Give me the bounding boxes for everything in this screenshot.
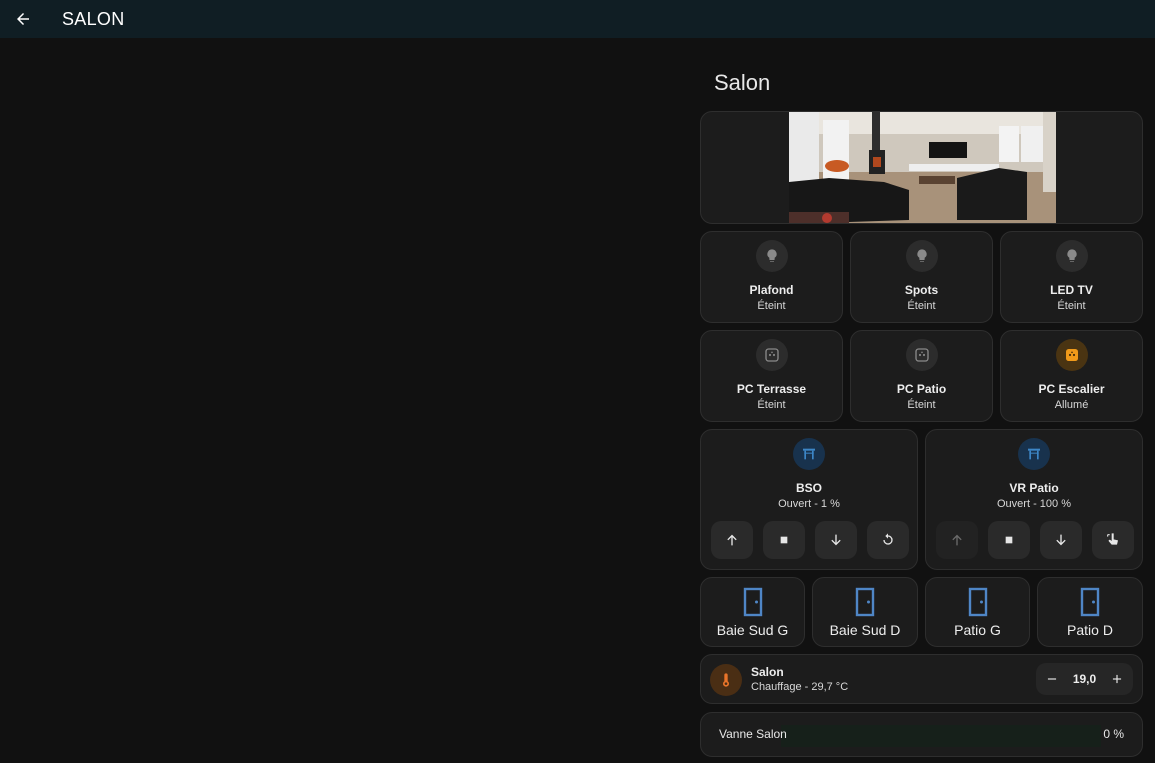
minus-icon [1047, 678, 1057, 680]
thermometer-icon [710, 664, 742, 696]
section-title: Salon [714, 70, 771, 95]
door-tile-baie-sud-d[interactable]: Baie Sud D [812, 577, 918, 647]
door-label: Baie Sud D [829, 622, 901, 638]
door-icon [743, 587, 762, 617]
position-cover-button[interactable] [1092, 521, 1134, 559]
cover-tile-bso[interactable]: BSO Ouvert - 1 % [700, 429, 918, 570]
tile-name: Plafond [749, 283, 794, 297]
door-label: Baie Sud G [716, 622, 789, 638]
valve-name: Vanne Salon [719, 727, 787, 741]
setpoint-value: 19,0 [1072, 672, 1097, 686]
door-icon [855, 587, 875, 617]
arrow-down-icon [1056, 534, 1066, 546]
socket-tile-pc-patio[interactable]: PC Patio Éteint [850, 330, 993, 422]
door-icon [1080, 587, 1100, 617]
tilt-cover-button[interactable] [867, 521, 909, 559]
door-label: Patio G [954, 622, 1001, 638]
tile-state: Éteint [907, 399, 936, 411]
tile-name: VR Patio [1009, 481, 1059, 495]
setpoint-stepper: 19,0 [1036, 663, 1133, 695]
hand-pointer-icon [1107, 533, 1118, 545]
tile-name: Spots [904, 283, 939, 297]
valve-tile[interactable]: Vanne Salon 0 % [700, 712, 1143, 757]
door-tile-patio-g[interactable]: Patio G [925, 577, 1030, 647]
stop-icon [1005, 536, 1013, 544]
decrease-setpoint-button[interactable] [1042, 669, 1062, 689]
close-cover-button[interactable] [815, 521, 857, 559]
tile-state: Éteint [1057, 300, 1086, 312]
lightbulb-icon [1055, 240, 1088, 272]
thermostat-name: Salon [751, 665, 784, 679]
tile-state: Éteint [907, 300, 936, 312]
power-socket-icon [905, 339, 938, 371]
top-app-bar: SALON [0, 0, 1155, 38]
door-label: Patio D [1067, 622, 1113, 638]
arrow-up-icon [952, 534, 962, 546]
cover-controls [711, 521, 909, 559]
tile-name: LED TV [1050, 283, 1093, 297]
arrow-left-icon [17, 13, 29, 25]
light-tile-led-tv[interactable]: LED TV Éteint [1000, 231, 1143, 323]
cover-tile-vr-patio[interactable]: VR Patio Ouvert - 100 % [925, 429, 1143, 570]
plus-icon [1112, 674, 1122, 684]
light-tile-spots[interactable]: Spots Éteint [850, 231, 993, 323]
back-button[interactable] [4, 5, 42, 33]
tile-state: Éteint [757, 399, 786, 411]
thermostat-tile[interactable]: Salon Chauffage - 29,7 °C 19,0 [700, 654, 1143, 704]
thermostat-state: Chauffage - 29,7 °C [751, 681, 849, 693]
tile-state: Allumé [1054, 399, 1089, 411]
socket-tile-pc-escalier[interactable]: PC Escalier Allumé [1000, 330, 1143, 422]
door-icon [968, 587, 987, 617]
increase-setpoint-button[interactable] [1107, 669, 1127, 689]
tile-state: Éteint [757, 300, 786, 312]
cover-controls [936, 521, 1134, 559]
door-tile-baie-sud-g[interactable]: Baie Sud G [700, 577, 805, 647]
tile-name: BSO [795, 481, 822, 495]
socket-tile-pc-terrasse[interactable]: PC Terrasse Éteint [700, 330, 843, 422]
valve-bar-track [781, 725, 1101, 747]
lightbulb-icon [755, 240, 788, 272]
arrow-up-icon [727, 534, 737, 546]
tile-name: PC Escalier [1038, 382, 1105, 396]
open-cover-button[interactable] [711, 521, 753, 559]
open-cover-button[interactable] [936, 521, 978, 559]
arrow-down-icon [831, 534, 841, 546]
close-cover-button[interactable] [1040, 521, 1082, 559]
pergola-icon [793, 438, 825, 470]
tile-state: Ouvert - 100 % [997, 498, 1071, 510]
light-tile-plafond[interactable]: Plafond Éteint [700, 231, 843, 323]
lightbulb-icon [905, 240, 938, 272]
stop-cover-button[interactable] [763, 521, 805, 559]
power-socket-icon [755, 339, 788, 371]
tile-name: PC Terrasse [736, 382, 807, 396]
rotate-icon [883, 533, 893, 545]
tile-state: Ouvert - 1 % [778, 498, 840, 510]
door-tile-patio-d[interactable]: Patio D [1037, 577, 1143, 647]
stop-icon [780, 536, 788, 544]
tile-name: PC Patio [896, 382, 947, 396]
stop-cover-button[interactable] [988, 521, 1030, 559]
power-socket-icon [1055, 339, 1088, 371]
pergola-icon [1018, 438, 1050, 470]
valve-value: 0 % [1103, 727, 1124, 741]
page-title: SALON [62, 8, 125, 29]
room-picture-card[interactable] [700, 111, 1143, 224]
room-picture [789, 112, 1056, 223]
